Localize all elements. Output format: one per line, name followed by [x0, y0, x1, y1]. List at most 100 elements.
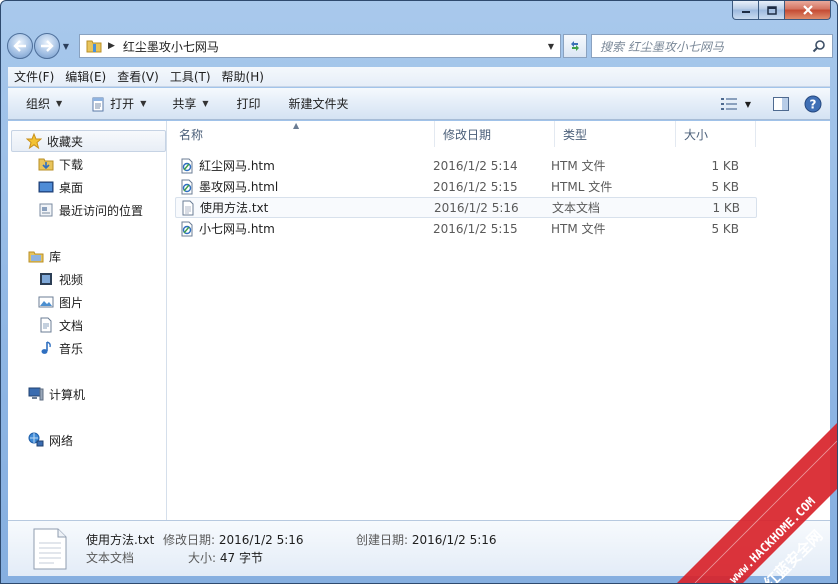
computer-icon — [28, 387, 44, 401]
file-type: HTM 文件 — [551, 222, 606, 236]
address-history-dropdown[interactable]: ▼ — [542, 35, 560, 57]
menu-file[interactable]: 文件(F) — [9, 67, 59, 87]
close-icon — [802, 5, 813, 15]
videos-icon — [40, 273, 52, 285]
details-modified: 修改日期: 2016/1/2 5:16 — [163, 531, 304, 548]
print-label: 打印 — [236, 97, 261, 111]
file-name-cell[interactable]: 墨攻网马.html — [175, 176, 431, 197]
nav-documents-label: 文档 — [59, 318, 84, 333]
file-type: HTML 文件 — [551, 180, 613, 194]
text-file-icon — [182, 200, 194, 215]
help-button[interactable]: ? — [802, 93, 824, 115]
nav-network[interactable]: 网络 — [28, 429, 73, 451]
nav-desktop[interactable]: 桌面 — [38, 176, 83, 198]
minimize-button[interactable] — [732, 1, 759, 20]
star-icon — [26, 133, 42, 149]
nav-computer[interactable]: 计算机 — [28, 383, 85, 405]
chevron-down-icon: ▼ — [140, 99, 147, 108]
details-view-icon — [721, 98, 737, 110]
file-name-cell[interactable]: 紅尘网马.htm — [175, 155, 431, 176]
file-name: 墨攻网马.html — [199, 180, 279, 194]
nav-network-label: 网络 — [49, 433, 74, 448]
preview-pane-button[interactable] — [770, 93, 792, 115]
file-row[interactable]: 紅尘网马.htm 2016/1/2 5:14 HTM 文件 1 KB — [175, 155, 757, 176]
file-date: 2016/1/2 5:15 — [433, 179, 518, 194]
column-type-label: 类型 — [563, 127, 588, 142]
nav-music[interactable]: 音乐 — [38, 337, 83, 359]
recent-pages-dropdown[interactable]: ▼ — [60, 33, 72, 59]
network-icon — [28, 432, 44, 447]
svg-text:?: ? — [810, 98, 817, 112]
column-name[interactable]: 名称 — [167, 121, 435, 147]
nav-favorites-label: 收藏夹 — [47, 134, 84, 149]
details-modified-label: 修改日期: — [163, 533, 216, 547]
back-button[interactable] — [7, 33, 33, 59]
search-icon[interactable] — [812, 39, 826, 53]
desktop-icon — [38, 181, 54, 193]
nav-recent-places[interactable]: 最近访问的位置 — [38, 199, 143, 221]
sort-ascending-icon: ▲ — [293, 121, 300, 130]
column-size-label: 大小 — [684, 127, 709, 142]
nav-libraries[interactable]: 库 — [28, 245, 61, 267]
menu-view[interactable]: 查看(V) — [112, 67, 164, 87]
search-input[interactable]: 搜索 红尘墨攻小七网马 — [600, 38, 812, 55]
organize-button[interactable]: 组织 ▼ — [20, 92, 68, 116]
file-row[interactable]: 小七网马.htm 2016/1/2 5:15 HTM 文件 5 KB — [175, 218, 757, 239]
column-date[interactable]: 修改日期 — [435, 121, 555, 147]
file-name-cell[interactable]: 小七网马.htm — [175, 218, 431, 239]
open-label: 打开 — [110, 97, 135, 111]
change-view-button[interactable] — [718, 93, 740, 115]
text-file-large-icon — [33, 528, 67, 570]
file-size: 5 KB — [711, 221, 739, 236]
file-type: 文本文档 — [552, 201, 601, 215]
file-row[interactable]: 墨攻网马.html 2016/1/2 5:15 HTML 文件 5 KB — [175, 176, 757, 197]
print-button[interactable]: 打印 — [231, 92, 267, 116]
html-file-icon — [181, 221, 193, 236]
new-folder-label: 新建文件夹 — [288, 97, 349, 111]
details-file-name: 使用方法.txt — [86, 533, 155, 547]
breadcrumb-separator[interactable]: ▶ — [108, 41, 115, 51]
nav-downloads[interactable]: 下载 — [38, 153, 83, 175]
forward-button[interactable] — [34, 33, 60, 59]
address-path[interactable]: 红尘墨攻小七网马 — [123, 38, 219, 55]
html-file-icon — [181, 179, 193, 194]
details-size: 大小: 47 字节 — [188, 549, 263, 566]
maximize-icon — [766, 5, 777, 15]
preview-pane-icon — [773, 97, 789, 111]
share-button[interactable]: 共享 ▼ — [166, 92, 214, 116]
forward-arrow-icon — [41, 40, 54, 52]
menu-edit[interactable]: 编辑(E) — [60, 67, 111, 87]
details-size-value: 47 字节 — [219, 551, 263, 565]
search-box[interactable]: 搜索 红尘墨攻小七网马 — [591, 34, 833, 58]
nav-videos[interactable]: 视频 — [38, 268, 83, 290]
address-bar[interactable]: ▶ 红尘墨攻小七网马 ▼ — [79, 34, 561, 58]
file-type: HTM 文件 — [551, 159, 606, 173]
refresh-button[interactable] — [563, 34, 587, 58]
details-pane: 使用方法.txt 文本文档 修改日期: 2016/1/2 5:16 大小: 47… — [8, 520, 830, 576]
column-size[interactable]: 大小 — [676, 121, 756, 147]
nav-pictures[interactable]: 图片 — [38, 291, 83, 313]
help-icon: ? — [804, 95, 822, 113]
new-folder-button[interactable]: 新建文件夹 — [283, 92, 355, 116]
column-type[interactable]: 类型 — [555, 121, 676, 147]
notepad-icon — [92, 97, 104, 111]
organize-label: 组织 — [26, 97, 51, 111]
menu-help[interactable]: 帮助(H) — [217, 67, 269, 87]
file-row[interactable]: 使用方法.txt 2016/1/2 5:16 文本文档 1 KB — [175, 197, 757, 218]
maximize-button[interactable] — [759, 1, 785, 20]
chevron-down-icon: ▼ — [202, 99, 209, 108]
details-modified-value: 2016/1/2 5:16 — [218, 533, 304, 547]
open-button[interactable]: 打开 ▼ — [84, 92, 152, 116]
file-list-view: 名称 修改日期 类型 大小 ▲ 紅尘网马.htm 2016/1/2 5:14 HTM… — [167, 121, 830, 520]
explorer-window: ▼ ▶ 红尘墨攻小七网马 ▼ 搜索 红尘墨攻小七网马 文件(F) 编辑(E) 查… — [0, 0, 838, 584]
file-name-cell[interactable]: 使用方法.txt — [176, 197, 432, 218]
menu-tools[interactable]: 工具(T) — [165, 67, 216, 87]
nav-recent-label: 最近访问的位置 — [59, 203, 144, 218]
view-options-dropdown[interactable]: ▼ — [742, 93, 754, 115]
nav-documents[interactable]: 文档 — [38, 314, 83, 336]
nav-favorites[interactable]: 收藏夹 — [11, 130, 166, 152]
pictures-icon — [38, 296, 54, 308]
nav-videos-label: 视频 — [59, 272, 84, 287]
file-size: 1 KB — [712, 200, 740, 215]
close-button[interactable] — [785, 1, 831, 20]
